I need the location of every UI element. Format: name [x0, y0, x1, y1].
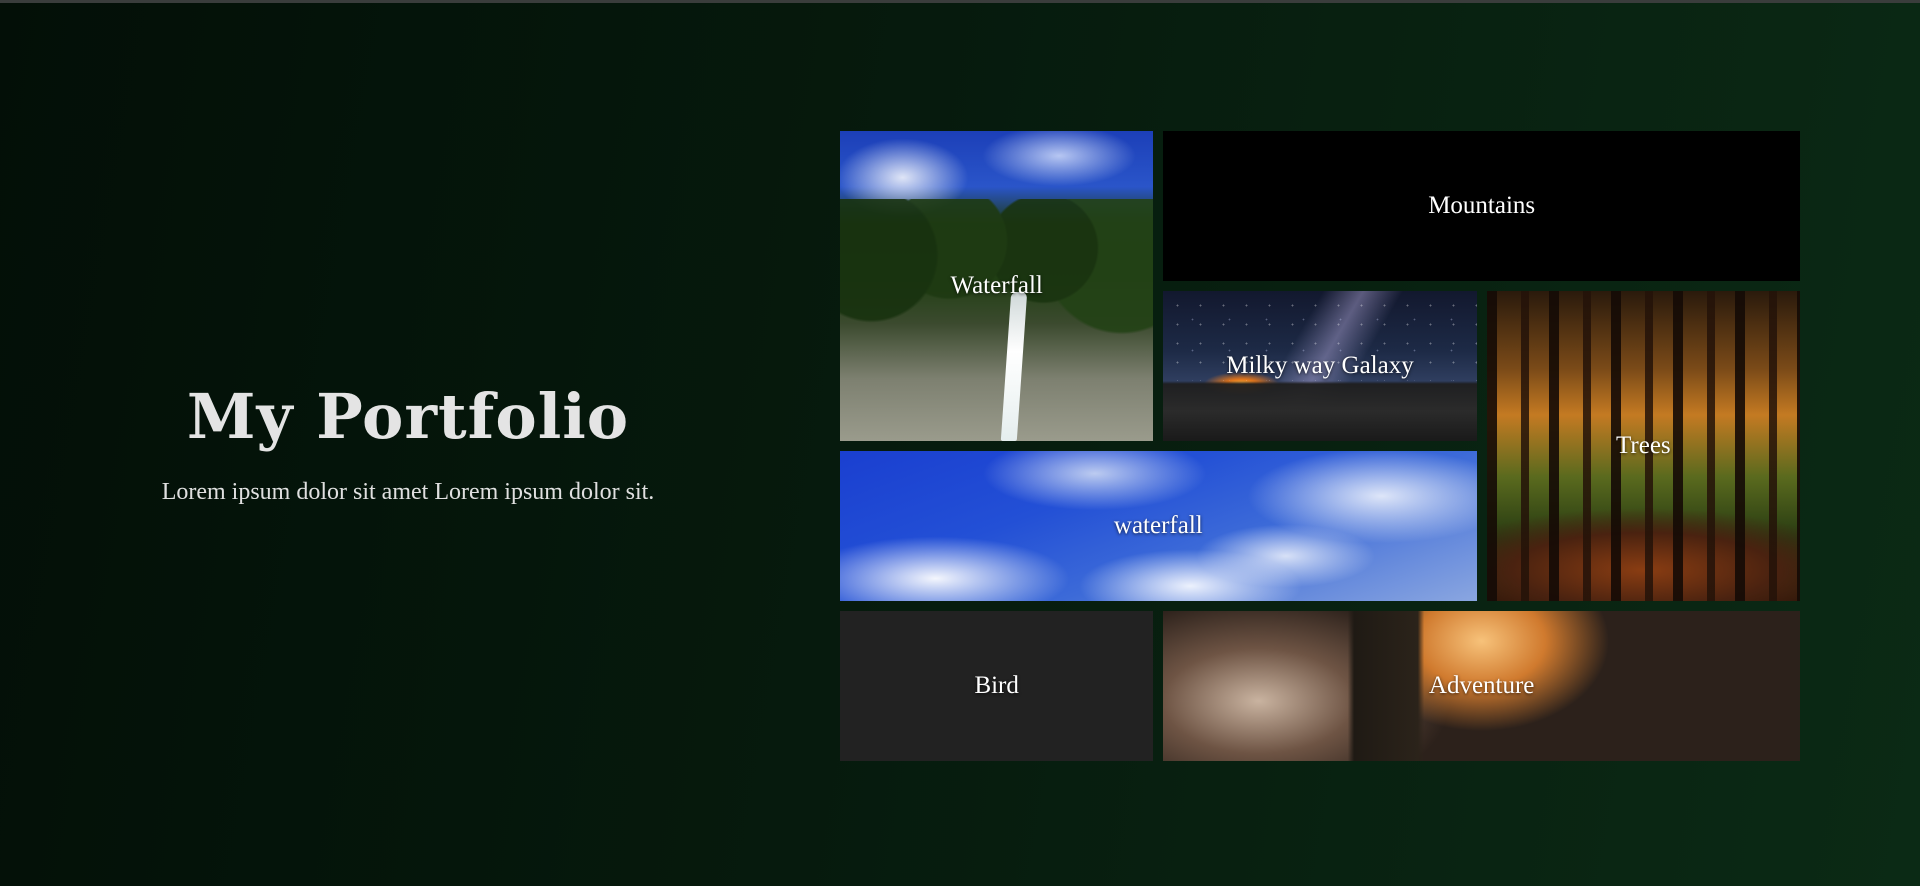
page-title: My Portfolio	[186, 380, 630, 453]
gallery-tile-waterfall[interactable]: Waterfall	[840, 131, 1154, 441]
tile-label: Trees	[1616, 432, 1671, 459]
gallery-tile-bird[interactable]: Bird	[840, 611, 1154, 761]
gallery-tile-mountains[interactable]: Mountains	[1163, 131, 1800, 281]
tile-label: Adventure	[1428, 672, 1535, 699]
tile-label: Waterfall	[950, 272, 1043, 299]
gallery-tile-sky-waterfall[interactable]: waterfall	[840, 451, 1477, 601]
tile-label: Milky way Galaxy	[1226, 352, 1414, 379]
gallery-tile-trees[interactable]: Trees	[1486, 291, 1800, 601]
tile-label: Mountains	[1428, 192, 1536, 219]
portfolio-gallery: Waterfall Mountains Milky way Galaxy Tre…	[840, 131, 1800, 761]
gallery-tile-adventure[interactable]: Adventure	[1163, 611, 1800, 761]
waterfall-image	[840, 199, 1154, 339]
tile-label: Bird	[974, 672, 1019, 699]
tile-label: waterfall	[1113, 512, 1203, 539]
hero-section: My Portfolio Lorem ipsum dolor sit amet …	[0, 380, 816, 506]
gallery-tile-milky-way[interactable]: Milky way Galaxy	[1163, 291, 1477, 441]
top-border	[0, 0, 1920, 3]
page-subtitle: Lorem ipsum dolor sit amet Lorem ipsum d…	[161, 479, 655, 505]
